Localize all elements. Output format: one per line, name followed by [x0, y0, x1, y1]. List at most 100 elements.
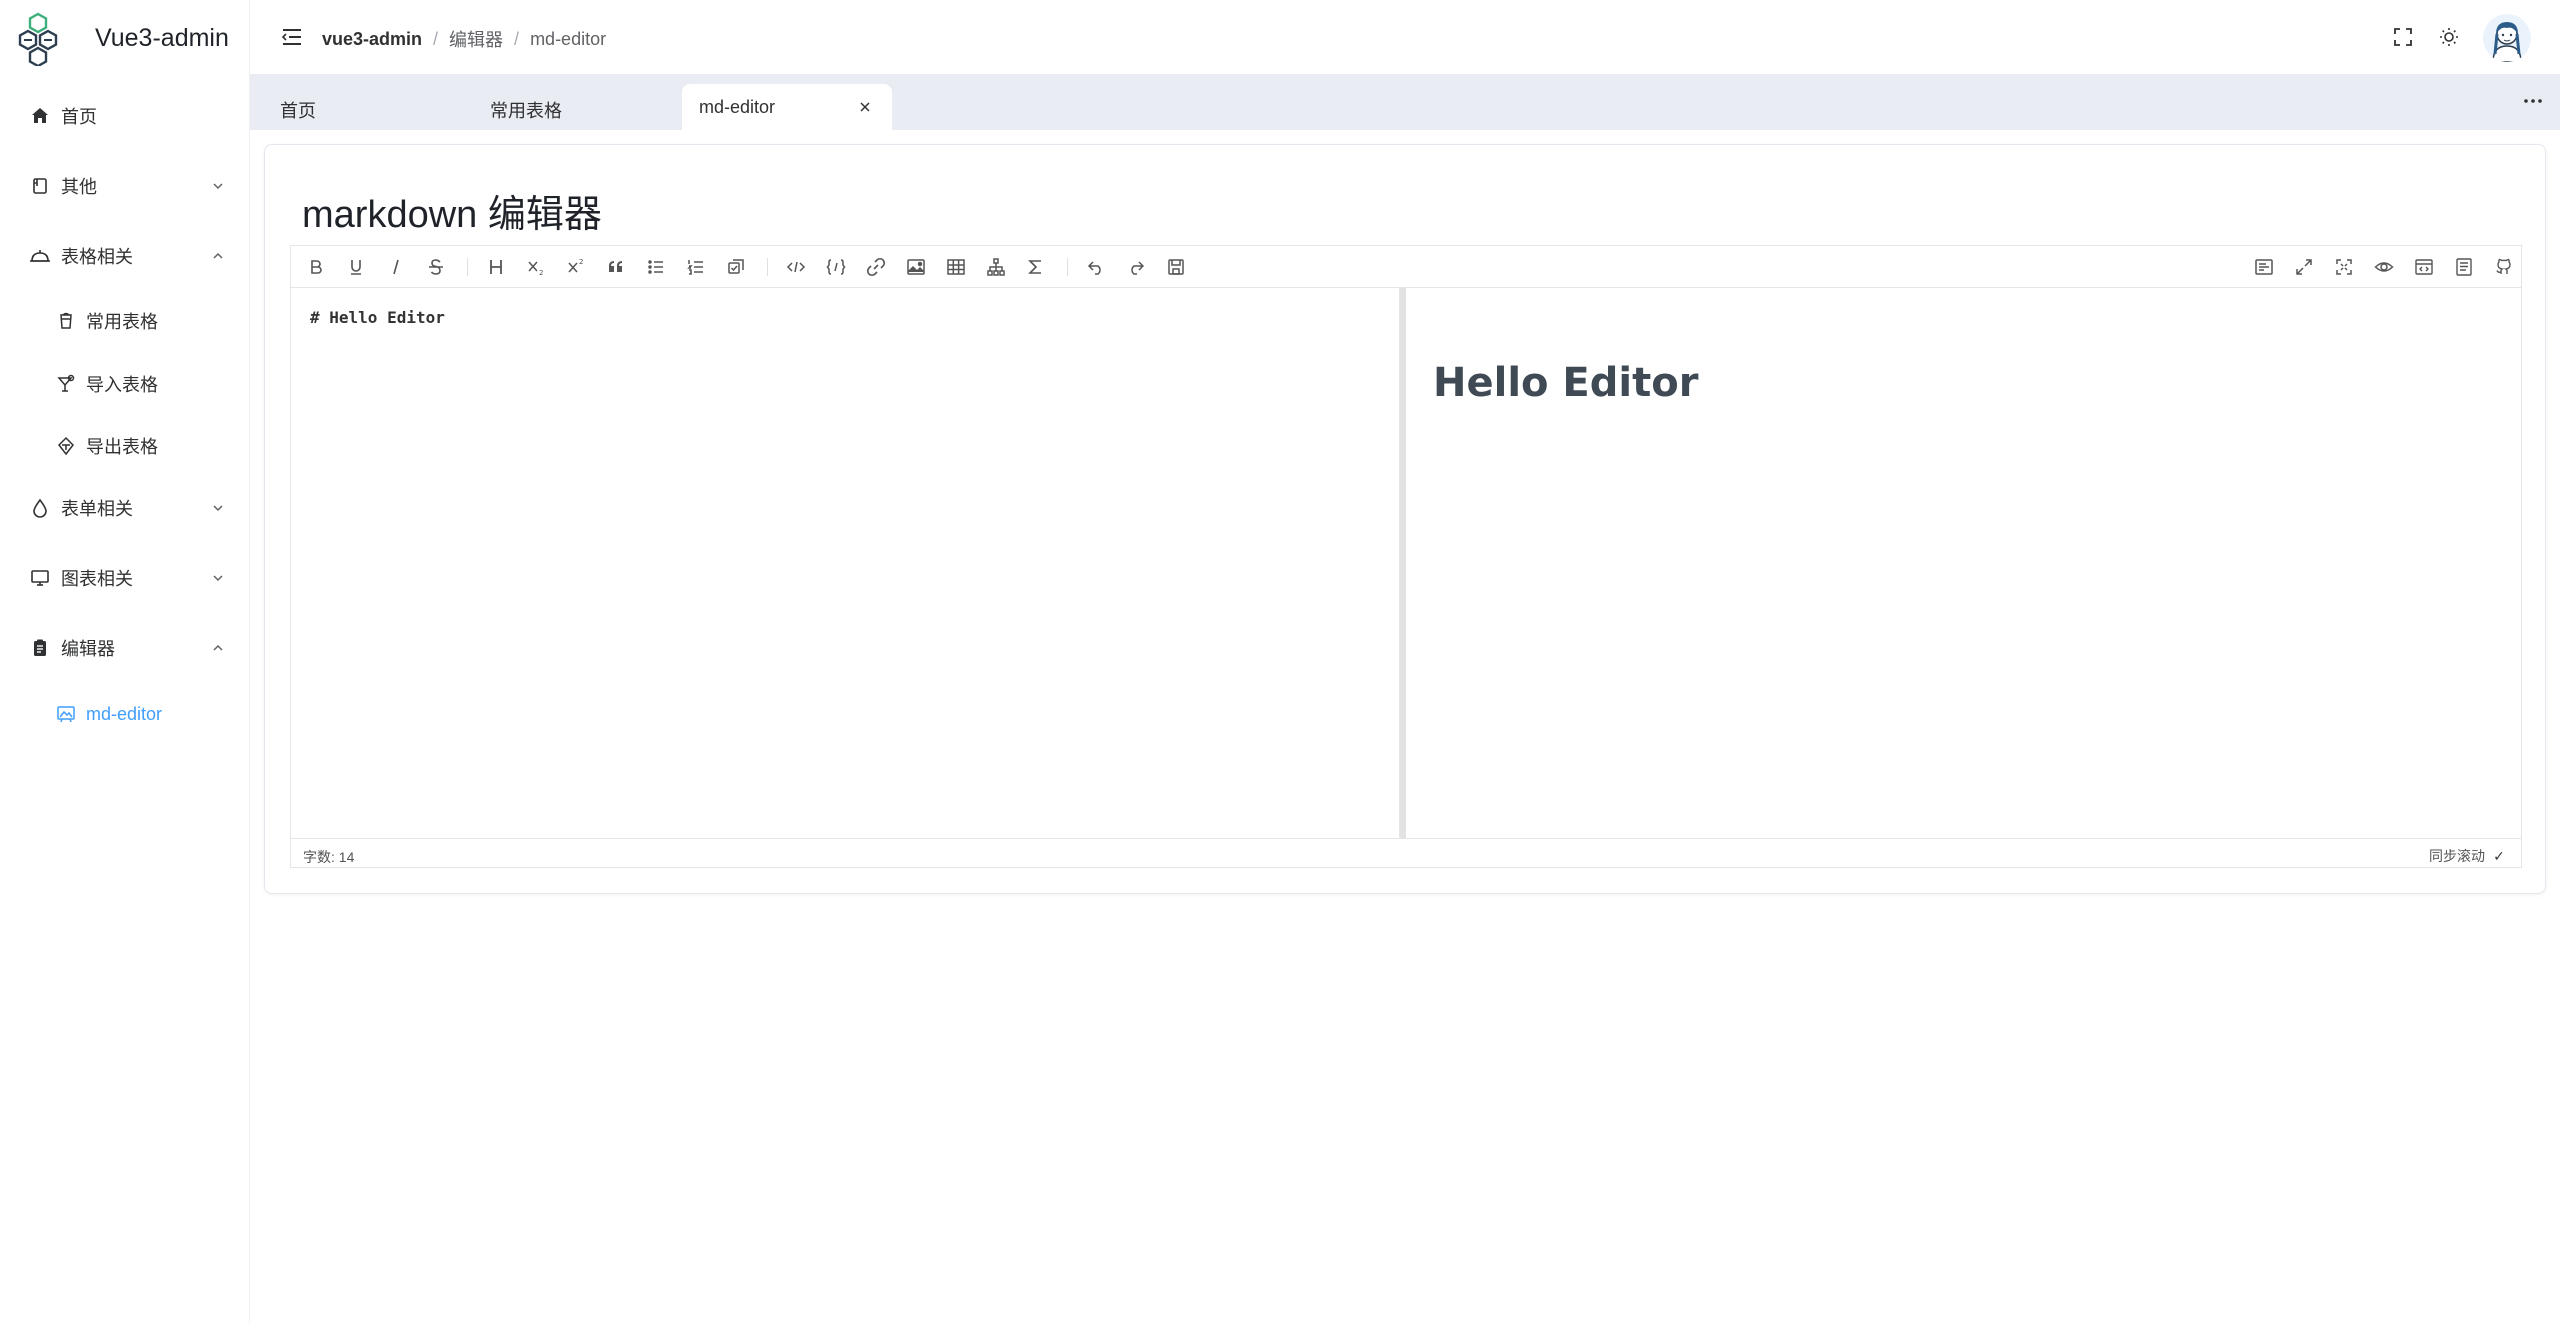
breadcrumb: vue3-admin / 编辑器 / md-editor: [322, 26, 606, 52]
subscript-icon[interactable]: 2: [525, 256, 547, 278]
document-icon: [28, 174, 52, 198]
cup-icon: [54, 309, 78, 333]
save-icon[interactable]: [1165, 256, 1187, 278]
check-icon[interactable]: ✓: [2491, 848, 2507, 864]
catalog-icon[interactable]: [2453, 256, 2475, 278]
preview-icon[interactable]: [2373, 256, 2395, 278]
sidebar-item-tables[interactable]: 表格相关: [0, 228, 250, 284]
tab-md-editor[interactable]: md-editor: [682, 84, 892, 130]
link-icon[interactable]: [865, 256, 887, 278]
toolbar-divider: [467, 258, 468, 276]
italic-icon[interactable]: [385, 256, 407, 278]
breadcrumb-item: md-editor: [530, 28, 607, 49]
sidebar-item-label: 其他: [61, 177, 97, 197]
code-block-icon[interactable]: [825, 256, 847, 278]
sidebar-item-editor[interactable]: 编辑器: [0, 620, 250, 676]
tab-common-table[interactable]: 常用表格: [460, 84, 660, 130]
sidebar-item-import-table[interactable]: 导入表格: [0, 356, 250, 412]
content-card: markdown 编辑器 2 2 # Hello Editor Hello Ed…: [264, 144, 2546, 894]
fullscreen-icon[interactable]: [2390, 24, 2416, 50]
github-icon[interactable]: [2493, 256, 2515, 278]
redo-icon[interactable]: [1125, 256, 1147, 278]
svg-text:2: 2: [579, 258, 583, 266]
sidebar-item-label: 首页: [61, 107, 97, 127]
close-icon[interactable]: [856, 98, 874, 116]
menu-fold-icon[interactable]: [280, 25, 304, 49]
formula-icon[interactable]: [1025, 256, 1047, 278]
ordered-list-icon[interactable]: [685, 256, 707, 278]
more-horizontal-icon[interactable]: [2520, 88, 2546, 114]
table-icon[interactable]: [945, 256, 967, 278]
sidebar-item-label: 表格相关: [61, 247, 133, 267]
editor-input[interactable]: # Hello Editor: [291, 288, 1400, 838]
undo-icon[interactable]: [1085, 256, 1107, 278]
image-icon[interactable]: [905, 256, 927, 278]
quote-icon[interactable]: [605, 256, 627, 278]
sidebar-item-label: 表单相关: [61, 499, 133, 519]
editor-source-text[interactable]: # Hello Editor: [310, 308, 445, 327]
tab-label: 常用表格: [490, 101, 562, 121]
word-count: 字数: 14: [303, 849, 355, 865]
toolbar-divider: [767, 258, 768, 276]
app-logo[interactable]: [10, 10, 66, 66]
tab-home[interactable]: 首页: [250, 84, 450, 130]
chevron-down-icon: [213, 505, 223, 512]
editor-toolbar: 2 2: [291, 246, 2521, 288]
cocktail-icon: [54, 372, 78, 396]
chevron-up-icon: [213, 644, 223, 651]
home-icon: [28, 104, 52, 128]
sidebar-item-md-editor[interactable]: md-editor: [0, 686, 250, 742]
strikethrough-icon[interactable]: [425, 256, 447, 278]
sidebar-item-export-table[interactable]: 导出表格: [0, 418, 250, 474]
code-row-icon[interactable]: [785, 256, 807, 278]
prettier-icon[interactable]: [2253, 256, 2275, 278]
sidebar: Vue3-admin 首页 其他 表格相关 常用表格 导入表格 导出表格 表单相…: [0, 0, 250, 1323]
chevron-down-icon: [213, 183, 223, 190]
sync-scroll-toggle[interactable]: 同步滚动 ✓: [2429, 846, 2507, 866]
top-header: vue3-admin / 编辑器 / md-editor: [250, 0, 2560, 74]
sidebar-item-common-table[interactable]: 常用表格: [0, 293, 250, 349]
bold-icon[interactable]: [305, 256, 327, 278]
sidebar-item-label: 编辑器: [61, 639, 115, 659]
sidebar-item-label: md-editor: [86, 703, 163, 724]
underline-icon[interactable]: [345, 256, 367, 278]
gem-icon: [54, 434, 78, 458]
tabs-bar: 首页 常用表格 md-editor: [250, 74, 2560, 130]
breadcrumb-separator: /: [433, 28, 439, 49]
mermaid-icon[interactable]: [985, 256, 1007, 278]
sidebar-item-label: 常用表格: [86, 312, 158, 332]
logo-icon: [18, 12, 58, 66]
sidebar-item-charts[interactable]: 图表相关: [0, 550, 250, 606]
task-list-icon[interactable]: [725, 256, 747, 278]
sidebar-item-home[interactable]: 首页: [0, 88, 250, 144]
toolbar-divider: [1067, 258, 1068, 276]
page-fullscreen-icon[interactable]: [2293, 256, 2315, 278]
unordered-list-icon[interactable]: [645, 256, 667, 278]
drop-icon: [28, 496, 52, 520]
sun-icon[interactable]: [2436, 24, 2462, 50]
chevron-up-icon: [213, 252, 223, 259]
svg-text:2: 2: [539, 269, 543, 277]
sidebar-item-label: 图表相关: [61, 569, 133, 589]
superscript-icon[interactable]: 2: [565, 256, 587, 278]
chevron-down-icon: [213, 575, 223, 582]
clipboard-icon: [28, 636, 52, 660]
user-avatar[interactable]: [2483, 14, 2531, 62]
tab-label: 首页: [280, 101, 316, 121]
title-icon[interactable]: [485, 256, 507, 278]
sync-scroll-label: 同步滚动: [2429, 848, 2485, 864]
page-title: markdown 编辑器: [302, 194, 602, 236]
fullscreen-icon[interactable]: [2333, 256, 2355, 278]
html-preview-icon[interactable]: [2413, 256, 2435, 278]
app-title: Vue3-admin: [95, 24, 229, 52]
sidebar-item-forms[interactable]: 表单相关: [0, 480, 250, 536]
preview-heading: Hello Editor: [1433, 360, 1699, 406]
breadcrumb-item[interactable]: 编辑器: [449, 26, 503, 52]
editor-footer: 字数: 14 同步滚动 ✓: [291, 838, 2521, 868]
tab-label: md-editor: [699, 97, 776, 117]
sidebar-item-label: 导出表格: [86, 437, 158, 457]
bell-icon: [28, 244, 52, 268]
monitor-icon: [28, 566, 52, 590]
breadcrumb-item[interactable]: vue3-admin: [322, 29, 422, 50]
sidebar-item-other[interactable]: 其他: [0, 158, 250, 214]
